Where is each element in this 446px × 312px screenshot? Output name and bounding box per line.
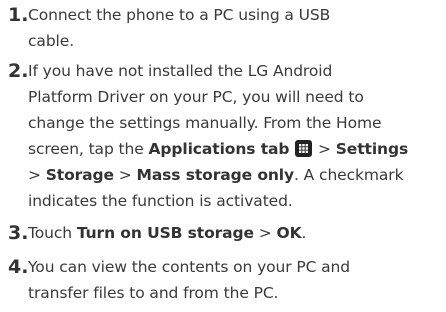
step-number: 4. bbox=[8, 256, 29, 278]
separator: > bbox=[318, 140, 331, 158]
applications-tab-label: Applications tab bbox=[148, 140, 290, 158]
ok-label: OK bbox=[276, 224, 302, 242]
text-segment: screen, tap the bbox=[28, 140, 149, 158]
text-segment: Touch bbox=[28, 224, 77, 242]
text-segment: You can view the contents on your PC and bbox=[28, 258, 351, 276]
text-segment: change the settings manually. From the H… bbox=[28, 114, 382, 132]
turn-on-usb-storage-label: Turn on USB storage bbox=[76, 224, 254, 242]
step-text-line: Platform Driver on your PC, you will nee… bbox=[28, 84, 446, 110]
text-segment: Connect the phone to a PC using a USB bbox=[28, 6, 331, 24]
step-number: 2. bbox=[8, 60, 29, 82]
separator: > bbox=[28, 166, 41, 184]
step-text-line: screen, tap the Applications tab > Setti… bbox=[28, 136, 446, 162]
settings-label: Settings bbox=[335, 140, 409, 158]
step-text-line: cable. bbox=[28, 28, 446, 54]
applications-grid-icon bbox=[295, 140, 313, 157]
text-segment: . A checkmark bbox=[294, 166, 404, 184]
separator: > bbox=[113, 166, 137, 184]
step-text-line: Touch Turn on USB storage > OK. bbox=[28, 220, 446, 246]
step-text-line: change the settings manually. From the H… bbox=[28, 110, 446, 136]
text-segment: Platform Driver on your PC, you will nee… bbox=[28, 88, 364, 106]
mass-storage-only-label: Mass storage only bbox=[136, 166, 295, 184]
text-segment: cable. bbox=[28, 32, 75, 50]
storage-label: Storage bbox=[45, 166, 114, 184]
step-text-line: indicates the function is activated. bbox=[28, 188, 446, 214]
step-number: 3. bbox=[8, 222, 29, 244]
text-segment: indicates the function is activated. bbox=[28, 192, 293, 210]
text-segment: . bbox=[301, 224, 307, 242]
step-text-line: transfer files to and from the PC. bbox=[28, 280, 446, 306]
step-text-line: Connect the phone to a PC using a USB bbox=[28, 2, 446, 28]
text-segment bbox=[289, 140, 294, 158]
step-text-line: > Storage > Mass storage only. A checkma… bbox=[28, 162, 446, 188]
applications-grid-glyph bbox=[299, 144, 309, 153]
separator: > bbox=[253, 224, 277, 242]
step-text-line: If you have not installed the LG Android bbox=[28, 58, 446, 84]
step-number: 1. bbox=[8, 4, 29, 26]
text-segment: If you have not installed the LG Android bbox=[28, 62, 333, 80]
instruction-list: 1. Connect the phone to a PC using a USB… bbox=[0, 0, 446, 312]
text-segment: transfer files to and from the PC. bbox=[28, 284, 279, 302]
step-text-line: You can view the contents on your PC and bbox=[28, 254, 446, 280]
